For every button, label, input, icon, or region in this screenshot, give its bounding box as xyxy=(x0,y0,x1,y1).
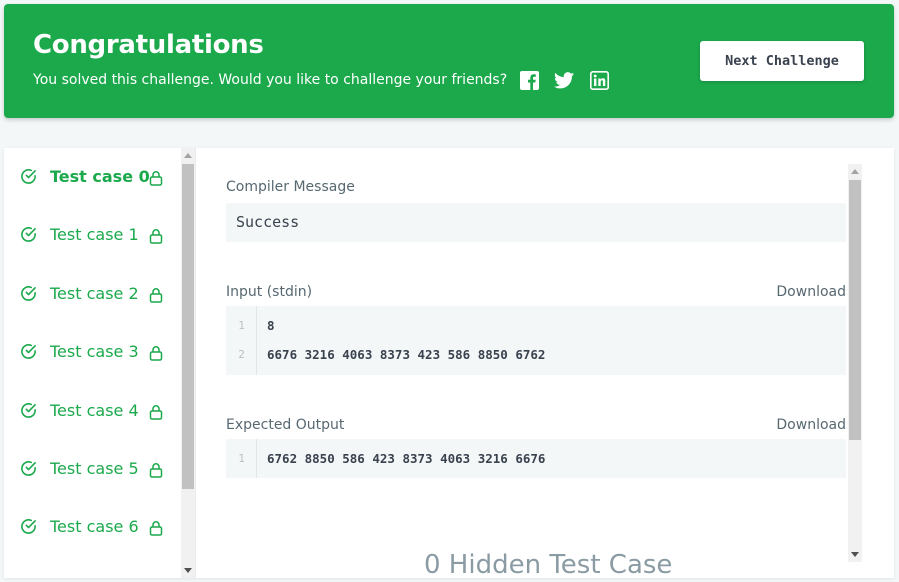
facebook-icon[interactable] xyxy=(519,70,539,90)
input-download-link[interactable]: Download xyxy=(776,284,846,300)
lock-icon xyxy=(149,171,163,186)
test-case-item[interactable]: Test case 3 xyxy=(4,332,180,372)
check-circle-icon xyxy=(21,519,36,535)
lock-icon xyxy=(149,229,163,245)
lock-icon xyxy=(149,463,163,478)
test-case-label: Test case 5 xyxy=(50,459,139,478)
twitter-icon[interactable] xyxy=(554,70,575,90)
expected-download-link[interactable]: Download xyxy=(776,417,846,433)
expected-output-label: Expected Output xyxy=(226,417,345,433)
test-case-label: Test case 3 xyxy=(50,342,139,362)
test-case-label: Test case 6 xyxy=(50,517,139,537)
test-case-item[interactable]: Test case 0 xyxy=(4,157,180,197)
scroll-down-arrow-icon[interactable] xyxy=(184,568,192,573)
success-banner: Congratulations You solved this challeng… xyxy=(4,4,894,118)
test-case-label: Test case 1 xyxy=(50,225,139,245)
input-line: 8 xyxy=(267,318,275,333)
content-scrollbar[interactable] xyxy=(848,164,862,562)
share-icons xyxy=(519,70,624,90)
banner-subtitle-text: You solved this challenge. Would you lik… xyxy=(33,72,508,88)
scroll-down-arrow-icon[interactable] xyxy=(851,552,859,557)
check-circle-icon xyxy=(21,169,36,184)
content-scroll-thumb[interactable] xyxy=(849,180,861,440)
check-circle-icon xyxy=(21,461,36,476)
linkedin-icon[interactable] xyxy=(589,70,609,90)
compiler-message-label: Compiler Message xyxy=(226,179,355,195)
lock-icon xyxy=(149,521,163,537)
line-number: 1 xyxy=(238,452,245,465)
input-code-box: 1 8 2 6676 3216 4063 8373 423 586 8850 6… xyxy=(226,306,846,375)
expected-output-box: 1 6762 8850 586 423 8373 4063 3216 6676 xyxy=(226,439,846,478)
scroll-up-arrow-icon[interactable] xyxy=(184,153,192,158)
test-case-item[interactable]: Test case 2 xyxy=(4,274,180,314)
lock-icon xyxy=(149,287,163,303)
check-circle-icon xyxy=(21,285,36,301)
test-case-item[interactable]: Test case 1 xyxy=(4,215,180,255)
check-circle-icon xyxy=(21,227,36,243)
sidebar-scroll-thumb[interactable] xyxy=(182,164,194,489)
test-case-item[interactable]: Test case 5 xyxy=(4,449,180,489)
test-case-item[interactable]: Test case 6 xyxy=(4,507,180,547)
test-case-label: Test case 2 xyxy=(50,283,139,303)
lock-icon xyxy=(149,346,163,361)
test-case-details: Compiler Message Success Input (stdin) D… xyxy=(196,148,894,578)
input-label: Input (stdin) xyxy=(226,284,313,300)
sidebar-scrollbar[interactable] xyxy=(181,148,195,578)
scroll-up-arrow-icon[interactable] xyxy=(851,169,859,174)
lock-icon xyxy=(149,404,163,420)
next-challenge-button[interactable]: Next Challenge xyxy=(700,41,864,81)
input-line: 6676 3216 4063 8373 423 586 8850 6762 xyxy=(267,347,546,362)
hidden-test-case-heading: 0 Hidden Test Case xyxy=(424,550,673,578)
banner-subtitle: You solved this challenge. Would you lik… xyxy=(33,70,624,90)
test-case-label: Test case 4 xyxy=(50,400,139,420)
check-circle-icon xyxy=(21,344,36,360)
check-circle-icon xyxy=(21,402,36,418)
test-case-label: Test case 0 xyxy=(50,167,150,186)
compiler-message-box: Success xyxy=(226,203,846,242)
test-case-item[interactable]: Test case 4 xyxy=(4,391,180,431)
line-number: 1 xyxy=(238,319,245,332)
expected-line: 6762 8850 586 423 8373 4063 3216 6676 xyxy=(267,451,546,466)
banner-title: Congratulations xyxy=(33,30,264,60)
results-panel: Test case 0 Test case 1 Test case 2 Test ca… xyxy=(4,148,894,578)
test-case-sidebar: Test case 0 Test case 1 Test case 2 Test ca… xyxy=(4,148,196,578)
line-number-gutter xyxy=(226,306,257,375)
line-number: 2 xyxy=(238,348,245,361)
